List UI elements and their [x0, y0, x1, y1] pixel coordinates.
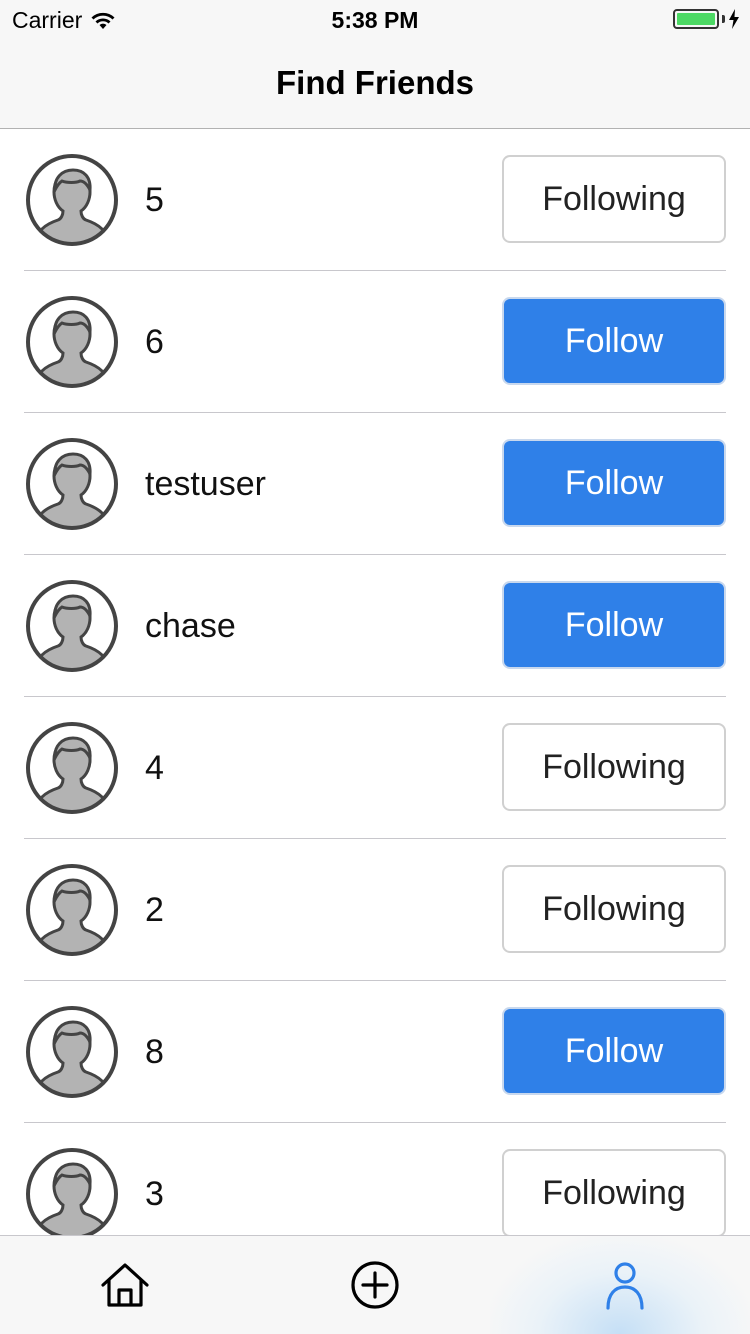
- avatar-icon: [26, 438, 118, 530]
- user-row: chase Follow: [24, 555, 726, 697]
- following-button[interactable]: Following: [502, 1149, 726, 1235]
- following-button[interactable]: Following: [502, 155, 726, 243]
- navigation-bar: Find Friends: [0, 40, 750, 129]
- user-row: 2 Following: [24, 839, 726, 981]
- battery-level: [677, 13, 715, 25]
- avatar-icon: [26, 154, 118, 246]
- follow-button[interactable]: Follow: [502, 439, 726, 527]
- user-row: testuser Follow: [24, 413, 726, 555]
- user-row: 8 Follow: [24, 981, 726, 1123]
- user-row: 5 Following: [24, 129, 726, 271]
- tab-home[interactable]: [0, 1236, 250, 1334]
- battery-cap: [722, 15, 725, 23]
- user-list[interactable]: 5 Following 6 Follow testuser Follow cha…: [0, 129, 750, 1235]
- add-circle-icon: [351, 1261, 399, 1309]
- user-row: 6 Follow: [24, 271, 726, 413]
- tab-bar: [0, 1235, 750, 1334]
- battery-icon: [673, 9, 719, 29]
- avatar-icon: [26, 1006, 118, 1098]
- username-label: 3: [145, 1175, 164, 1213]
- home-icon: [101, 1263, 149, 1307]
- charging-bolt-icon: [729, 9, 739, 29]
- tab-profile[interactable]: [500, 1236, 750, 1334]
- user-row: 4 Following: [24, 697, 726, 839]
- page-title: Find Friends: [276, 64, 474, 101]
- profile-icon: [606, 1262, 644, 1310]
- status-bar: Carrier 5:38 PM: [0, 0, 750, 40]
- username-label: 2: [145, 891, 164, 929]
- status-time: 5:38 PM: [331, 7, 419, 33]
- avatar-icon: [26, 296, 118, 388]
- avatar-icon: [26, 722, 118, 814]
- username-label: testuser: [145, 465, 266, 503]
- follow-button[interactable]: Follow: [502, 1007, 726, 1095]
- username-label: 6: [145, 323, 164, 361]
- avatar-icon: [26, 580, 118, 672]
- username-label: 4: [145, 749, 164, 787]
- following-button[interactable]: Following: [502, 865, 726, 953]
- username-label: 8: [145, 1033, 164, 1071]
- follow-button[interactable]: Follow: [502, 297, 726, 385]
- avatar-icon: [26, 1148, 118, 1235]
- username-label: chase: [145, 607, 236, 645]
- user-row: 3 Following: [24, 1123, 726, 1235]
- follow-button[interactable]: Follow: [502, 581, 726, 669]
- following-button[interactable]: Following: [502, 723, 726, 811]
- tab-add[interactable]: [250, 1236, 500, 1334]
- username-label: 5: [145, 181, 164, 219]
- avatar-icon: [26, 864, 118, 956]
- battery-indicator: [673, 9, 740, 29]
